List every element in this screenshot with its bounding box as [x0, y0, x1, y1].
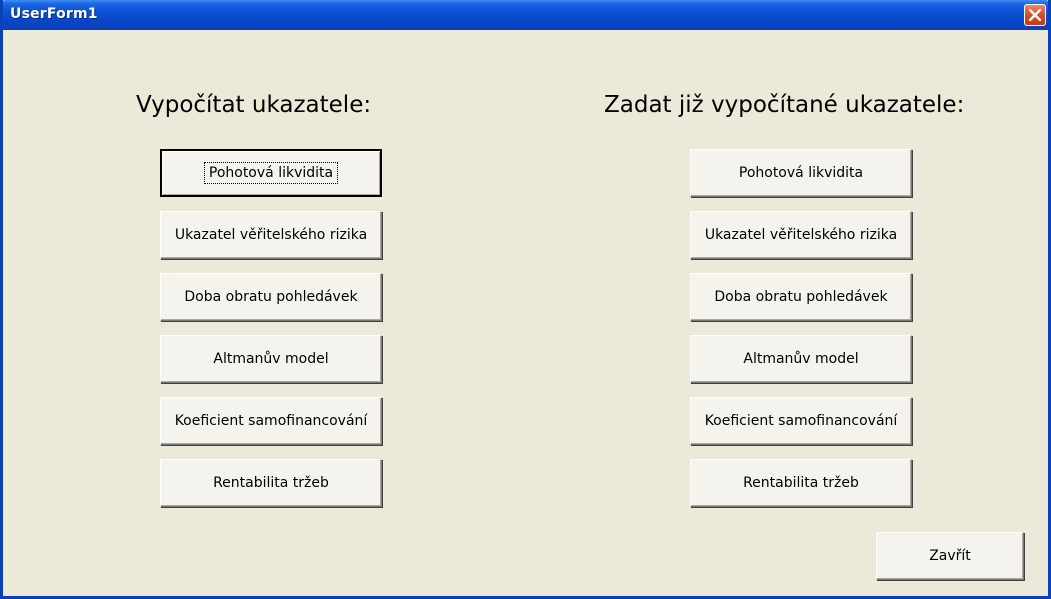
calc-veritelske-riziko-button[interactable]: Ukazatel věřitelského rizika [160, 211, 382, 259]
button-label: Rentabilita tržeb [213, 475, 329, 491]
button-label: Altmanův model [743, 351, 859, 367]
button-label: Koeficient samofinancování [704, 413, 898, 429]
button-label: Rentabilita tržeb [743, 475, 859, 491]
left-heading: Vypočítat ukazatele: [136, 92, 372, 118]
title-bar[interactable]: UserForm1 [3, 0, 1048, 30]
enter-pohotova-likvidita-button[interactable]: Pohotová likvidita [690, 149, 912, 197]
button-label: Pohotová likvidita [203, 162, 339, 184]
enter-rentabilita-trzeb-button[interactable]: Rentabilita tržeb [690, 459, 912, 507]
right-heading: Zadat již vypočítané ukazatele: [604, 92, 965, 118]
button-label: Zavřít [929, 548, 971, 564]
calc-altmanuv-model-button[interactable]: Altmanův model [160, 335, 382, 383]
button-label: Doba obratu pohledávek [714, 289, 888, 305]
userform-window: UserForm1 Vypočítat ukazatele: Zadat již… [0, 0, 1051, 599]
button-label: Doba obratu pohledávek [184, 289, 358, 305]
close-x-icon [1029, 9, 1041, 21]
enter-doba-obratu-button[interactable]: Doba obratu pohledávek [690, 273, 912, 321]
calc-koeficient-samofinancovani-button[interactable]: Koeficient samofinancování [160, 397, 382, 445]
enter-koeficient-samofinancovani-button[interactable]: Koeficient samofinancování [690, 397, 912, 445]
button-label: Ukazatel věřitelského rizika [174, 227, 368, 243]
button-label: Pohotová likvidita [738, 165, 864, 181]
enter-veritelske-riziko-button[interactable]: Ukazatel věřitelského rizika [690, 211, 912, 259]
calc-pohotova-likvidita-button[interactable]: Pohotová likvidita [160, 149, 382, 197]
calc-rentabilita-trzeb-button[interactable]: Rentabilita tržeb [160, 459, 382, 507]
window-title: UserForm1 [10, 6, 98, 22]
enter-altmanuv-model-button[interactable]: Altmanův model [690, 335, 912, 383]
button-label: Altmanův model [213, 351, 329, 367]
calc-doba-obratu-button[interactable]: Doba obratu pohledávek [160, 273, 382, 321]
button-label: Koeficient samofinancování [174, 413, 368, 429]
close-window-button[interactable] [1024, 4, 1046, 26]
close-button[interactable]: Zavřít [876, 532, 1024, 580]
button-label: Ukazatel věřitelského rizika [704, 227, 898, 243]
